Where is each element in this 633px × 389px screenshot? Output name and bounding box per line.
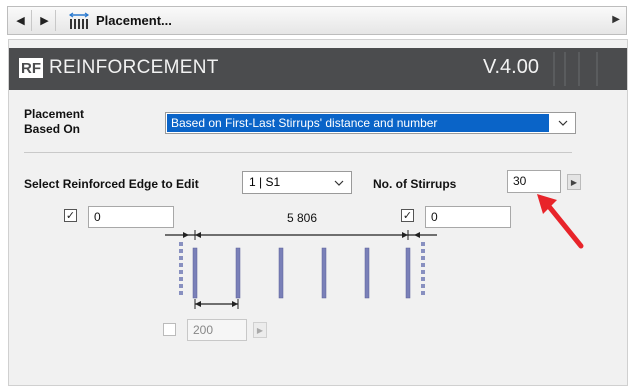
nav-title-area[interactable]: Placement... bbox=[68, 7, 172, 34]
edge-dropdown[interactable]: 1 | S1 bbox=[242, 171, 352, 194]
right-triangle-icon: ▶ bbox=[256, 325, 264, 335]
stirrup-diagram bbox=[165, 230, 437, 309]
stirrups-increment-button[interactable]: ▶ bbox=[567, 174, 581, 190]
spacing-checkbox[interactable] bbox=[163, 323, 176, 336]
placement-label-line1: Placement bbox=[24, 107, 85, 121]
stirrups-count-input[interactable]: 30 bbox=[507, 170, 561, 193]
placement-label-line2: Based On bbox=[24, 122, 81, 136]
total-length-label: 5 806 bbox=[287, 211, 318, 225]
chevron-down-icon bbox=[558, 120, 568, 126]
red-arrow-annotation bbox=[537, 194, 584, 249]
banner-decoration bbox=[553, 52, 598, 86]
placement-dropdown[interactable]: Based on First-Last Stirrups' distance a… bbox=[165, 112, 576, 134]
checkmark-icon: ✓ bbox=[402, 210, 413, 222]
chevron-down-icon bbox=[334, 180, 344, 186]
section-divider bbox=[24, 152, 572, 153]
reinforcement-banner: RF REINFORCEMENT V.4.00 bbox=[9, 48, 627, 90]
version-label: V.4.00 bbox=[483, 56, 539, 78]
stirrups-label: No. of Stirrups bbox=[373, 177, 457, 191]
left-offset-input[interactable]: 0 bbox=[88, 206, 174, 228]
placement-selected-value: Based on First-Last Stirrups' distance a… bbox=[167, 114, 549, 132]
right-offset-input[interactable]: 0 bbox=[425, 206, 511, 228]
navigation-bar: ◀ ▶ Placement... ▶ bbox=[7, 6, 627, 35]
nav-title: Placement... bbox=[96, 13, 172, 28]
back-button[interactable]: ◀ bbox=[10, 10, 32, 31]
placement-icon bbox=[68, 12, 90, 29]
nav-expand-icon[interactable]: ▶ bbox=[612, 14, 620, 25]
placement-label: Placement Based On bbox=[24, 107, 84, 137]
right-triangle-icon: ▶ bbox=[40, 15, 49, 27]
banner-title: REINFORCEMENT bbox=[49, 57, 219, 78]
reinforcement-logo: RF bbox=[19, 58, 43, 78]
right-triangle-icon: ▶ bbox=[570, 177, 578, 187]
spacing-input[interactable]: 200 bbox=[187, 319, 247, 341]
edge-selected-value: 1 | S1 bbox=[249, 175, 281, 189]
right-offset-checkbox[interactable]: ✓ bbox=[401, 209, 414, 222]
spacing-increment-button[interactable]: ▶ bbox=[253, 322, 267, 338]
forward-button[interactable]: ▶ bbox=[34, 10, 56, 31]
left-offset-checkbox[interactable]: ✓ bbox=[64, 209, 77, 222]
checkmark-icon: ✓ bbox=[65, 210, 76, 222]
left-triangle-icon: ◀ bbox=[16, 15, 25, 27]
edge-label: Select Reinforced Edge to Edit bbox=[24, 177, 199, 191]
